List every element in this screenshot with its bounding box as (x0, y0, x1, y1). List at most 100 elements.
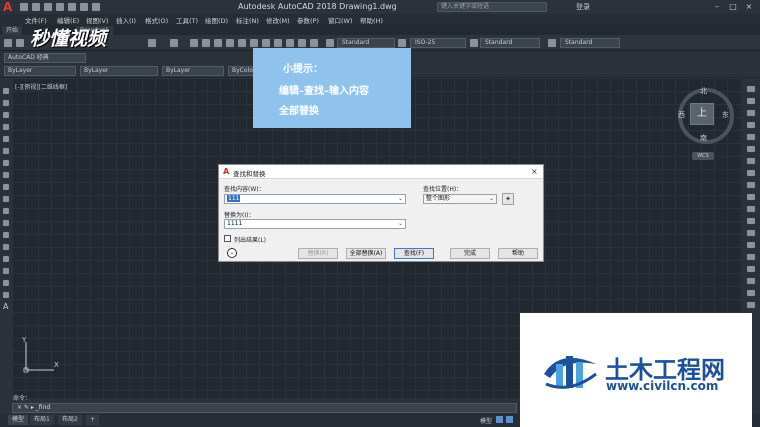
rotate-icon[interactable] (747, 158, 755, 164)
menu-modify[interactable]: 修改(M) (266, 15, 290, 25)
new-icon[interactable] (4, 39, 12, 47)
new-icon[interactable] (20, 3, 28, 11)
help-icon[interactable] (310, 39, 318, 47)
print-icon[interactable] (68, 3, 76, 11)
extend-icon[interactable] (747, 206, 755, 212)
match-properties-icon[interactable] (747, 302, 755, 308)
scale-icon[interactable] (747, 170, 755, 176)
done-button[interactable]: 完成 (450, 248, 490, 259)
compass-east[interactable]: 东 (722, 110, 729, 120)
text-style-select[interactable]: Standard (337, 38, 395, 48)
zoom-window-icon[interactable] (214, 39, 222, 47)
replace-button[interactable]: 替换(R) (298, 248, 338, 259)
find-button[interactable]: 查找(F) (394, 248, 434, 259)
tab-start[interactable]: 开始 (2, 26, 23, 35)
maximize-button[interactable]: □ (728, 2, 738, 12)
menu-dimension[interactable]: 标注(N) (236, 15, 259, 25)
polyline-icon[interactable] (3, 112, 9, 118)
more-options-button[interactable]: ⌄ (227, 248, 237, 258)
polygon-icon[interactable] (3, 124, 9, 130)
compass-west[interactable]: 西 (678, 110, 685, 120)
compass-south[interactable]: 南 (700, 133, 707, 143)
menu-tools[interactable]: 工具(T) (176, 15, 198, 25)
help-button[interactable]: 帮助 (498, 248, 538, 259)
find-what-input[interactable]: 111 ⌄ (224, 194, 406, 204)
minimize-button[interactable]: – (712, 2, 722, 12)
multiline-text-icon[interactable]: A (3, 303, 9, 311)
replace-with-input[interactable]: 1111 ⌄ (224, 219, 406, 229)
tab-layout2[interactable]: 布局2 (58, 415, 82, 425)
list-results-checkbox[interactable] (224, 235, 231, 242)
construction-line-icon[interactable] (3, 100, 9, 106)
menu-format[interactable]: 格式(O) (145, 15, 168, 25)
sheet-set-icon[interactable] (274, 39, 282, 47)
fillet-icon[interactable] (747, 254, 755, 260)
layer-state-icon[interactable] (747, 290, 755, 296)
redo-icon[interactable] (92, 3, 100, 11)
undo-icon[interactable] (148, 39, 156, 47)
search-input[interactable]: 键入关键字或短语 (437, 2, 547, 12)
plotstyle-select[interactable]: ByColor (228, 66, 254, 76)
move-icon[interactable] (747, 146, 755, 152)
gradient-icon[interactable] (3, 268, 9, 274)
linetype-select[interactable]: ByLayer (80, 66, 158, 76)
pan-icon[interactable] (190, 39, 198, 47)
menu-insert[interactable]: 插入(I) (116, 15, 136, 25)
dialog-close-button[interactable]: × (531, 167, 538, 176)
undo-icon[interactable] (80, 3, 88, 11)
ellipse-icon[interactable] (3, 196, 9, 202)
design-center-icon[interactable] (250, 39, 258, 47)
spline-icon[interactable] (3, 184, 9, 190)
workspace-select[interactable]: AutoCAD 经典 (4, 53, 86, 63)
table-style-select[interactable]: Standard (480, 38, 540, 48)
snap-icon[interactable] (506, 416, 513, 423)
region-icon[interactable] (3, 280, 9, 286)
explode-icon[interactable] (747, 266, 755, 272)
save-icon[interactable] (44, 3, 52, 11)
copy-icon[interactable] (747, 98, 755, 104)
menu-window[interactable]: 窗口(W) (328, 15, 353, 25)
viewport-controls[interactable]: [-][俯视][二维线框] (15, 82, 67, 91)
zoom-previous-icon[interactable] (226, 39, 234, 47)
ellipse-arc-icon[interactable] (3, 208, 9, 214)
erase-icon[interactable] (747, 86, 755, 92)
revision-cloud-icon[interactable] (3, 172, 9, 178)
login-button[interactable]: 登录 (576, 2, 590, 12)
replace-all-button[interactable]: 全部替换(A) (346, 248, 386, 259)
color-select[interactable]: ByLayer (4, 66, 76, 76)
model-space-label[interactable]: 模型 (480, 416, 492, 425)
zoom-realtime-icon[interactable] (202, 39, 210, 47)
menu-help[interactable]: 帮助(H) (360, 15, 383, 25)
insert-block-icon[interactable] (3, 220, 9, 226)
redo-icon[interactable] (170, 39, 178, 47)
save-as-icon[interactable] (56, 3, 64, 11)
circle-icon[interactable] (3, 160, 9, 166)
open-icon[interactable] (32, 3, 40, 11)
arc-icon[interactable] (3, 148, 9, 154)
tab-layout1[interactable]: 布局1 (30, 415, 54, 425)
mirror-icon[interactable] (747, 110, 755, 116)
stretch-icon[interactable] (747, 182, 755, 188)
compass-north[interactable]: 北 (700, 86, 707, 96)
viewcube-top-face[interactable]: 上 (690, 103, 714, 125)
properties-icon[interactable] (238, 39, 246, 47)
menu-draw[interactable]: 绘图(D) (205, 15, 228, 25)
autocad-logo-icon[interactable]: A (3, 0, 15, 14)
rectangle-icon[interactable] (3, 136, 9, 142)
grid-icon[interactable] (496, 416, 503, 423)
find-where-select[interactable]: 整个图形 ⌄ (423, 194, 497, 204)
close-window-button[interactable]: × (744, 2, 754, 12)
array-icon[interactable] (747, 134, 755, 140)
select-objects-button[interactable]: ✦ (502, 193, 514, 205)
make-block-icon[interactable] (3, 232, 9, 238)
chevron-down-icon[interactable]: ⌄ (398, 220, 403, 228)
line-icon[interactable] (3, 88, 9, 94)
dim-style-select[interactable]: ISO-25 (410, 38, 466, 48)
hatch-icon[interactable] (3, 256, 9, 262)
point-icon[interactable] (3, 244, 9, 250)
dialog-title-bar[interactable]: A 查找和替换 × (219, 165, 543, 179)
markup-icon[interactable] (286, 39, 294, 47)
trim-icon[interactable] (747, 194, 755, 200)
menu-parametric[interactable]: 参数(P) (297, 15, 319, 25)
table-icon[interactable] (3, 292, 9, 298)
